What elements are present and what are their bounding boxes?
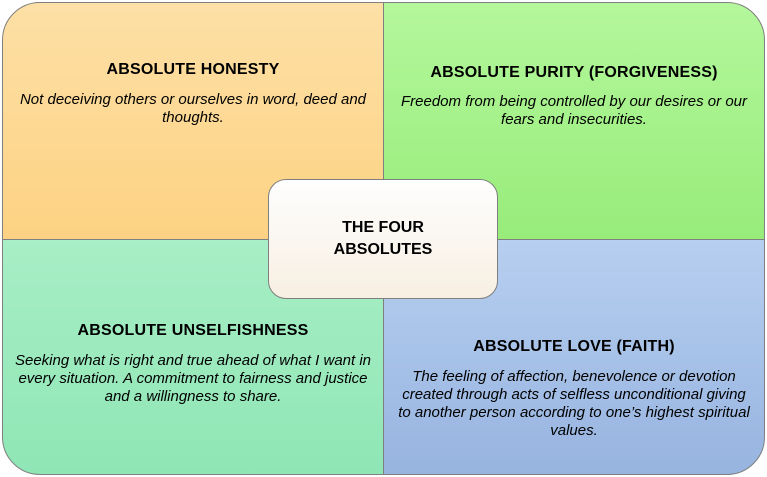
- unselfishness-title: ABSOLUTE UNSELFISHNESS: [77, 322, 309, 339]
- love-description: The feeling of affection, benevolence or…: [398, 368, 750, 439]
- love-title: ABSOLUTE LOVE (FAITH): [473, 338, 675, 355]
- center-title: THE FOUR ABSOLUTES: [333, 219, 433, 258]
- center-box: THE FOUR ABSOLUTES: [268, 179, 498, 299]
- honesty-title: ABSOLUTE HONESTY: [106, 61, 280, 78]
- honesty-description: Not deceiving others or ourselves in wor…: [19, 91, 367, 126]
- unselfishness-description: Seeking what is right and true ahead of …: [14, 352, 372, 405]
- purity-description: Freedom from being controlled by our des…: [401, 93, 747, 128]
- purity-title: ABSOLUTE PURITY (FORGIVENESS): [430, 64, 718, 81]
